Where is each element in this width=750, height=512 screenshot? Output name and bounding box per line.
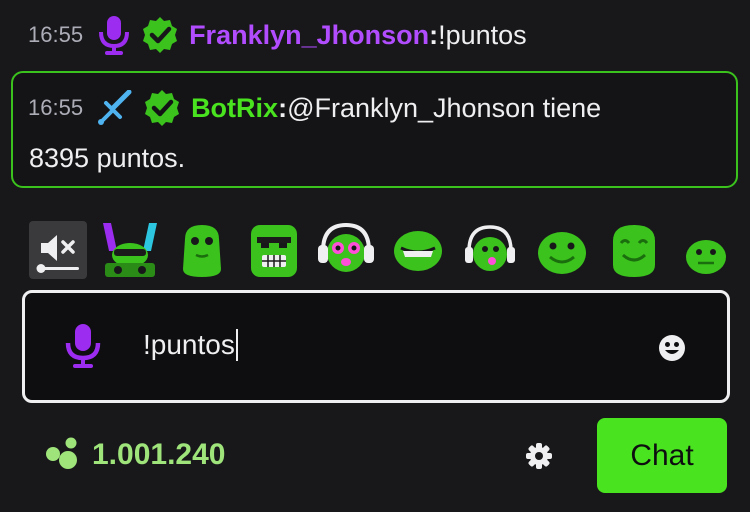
happy-frog-emote[interactable]	[605, 221, 663, 279]
verified-icon[interactable]	[143, 89, 181, 127]
username[interactable]: BotRix	[191, 93, 278, 124]
gear-icon[interactable]	[525, 442, 553, 475]
headphones-frog-emote[interactable]	[317, 221, 375, 279]
mute-toggle-icon[interactable]	[29, 221, 87, 279]
message-colon: :	[278, 92, 288, 123]
message-colon: :	[429, 19, 439, 50]
sword-icon[interactable]	[97, 90, 133, 126]
chat-message: 16:55 Franklyn_Jhonson : !puntos	[28, 12, 527, 58]
channel-points-icon	[44, 436, 82, 475]
angry-frog-emote[interactable]	[245, 221, 303, 279]
grin-frog-emote[interactable]	[389, 221, 447, 279]
chat-panel: 16:55 Franklyn_Jhonson : !puntos 16:55 B…	[0, 0, 750, 512]
microphone-icon[interactable]	[97, 15, 131, 55]
message-text-continued: 8395 puntos.	[29, 143, 186, 173]
chat-input-value: !puntos	[143, 329, 235, 360]
points-balance: 1.001.240	[92, 438, 226, 471]
small-frog-emote[interactable]	[677, 221, 735, 279]
dj-frog-emote[interactable]	[101, 221, 159, 279]
message-text: @Franklyn_Jhonson tiene	[287, 92, 602, 123]
channel-points[interactable]: 1.001.240	[44, 433, 225, 477]
message-text: !puntos	[438, 19, 527, 50]
chat-send-button[interactable]: Chat	[597, 418, 727, 493]
chat-input[interactable]: !puntos	[143, 329, 238, 361]
emoji-icon[interactable]	[657, 333, 687, 368]
timestamp: 16:55	[28, 95, 84, 120]
text-caret	[235, 329, 238, 361]
frog-emote[interactable]	[173, 221, 231, 279]
emote-bar	[29, 220, 749, 280]
highlighted-message: 16:55 BotRix : @Franklyn_Jhonson tiene 8…	[11, 71, 738, 188]
username[interactable]: Franklyn_Jhonson	[189, 20, 429, 51]
smile-frog-emote[interactable]	[533, 221, 591, 279]
singing-frog-emote[interactable]	[461, 221, 519, 279]
chat-input-box[interactable]: !puntos	[22, 290, 730, 403]
timestamp: 16:55	[28, 22, 84, 47]
verified-icon[interactable]	[141, 16, 179, 54]
microphone-icon[interactable]	[63, 323, 103, 374]
